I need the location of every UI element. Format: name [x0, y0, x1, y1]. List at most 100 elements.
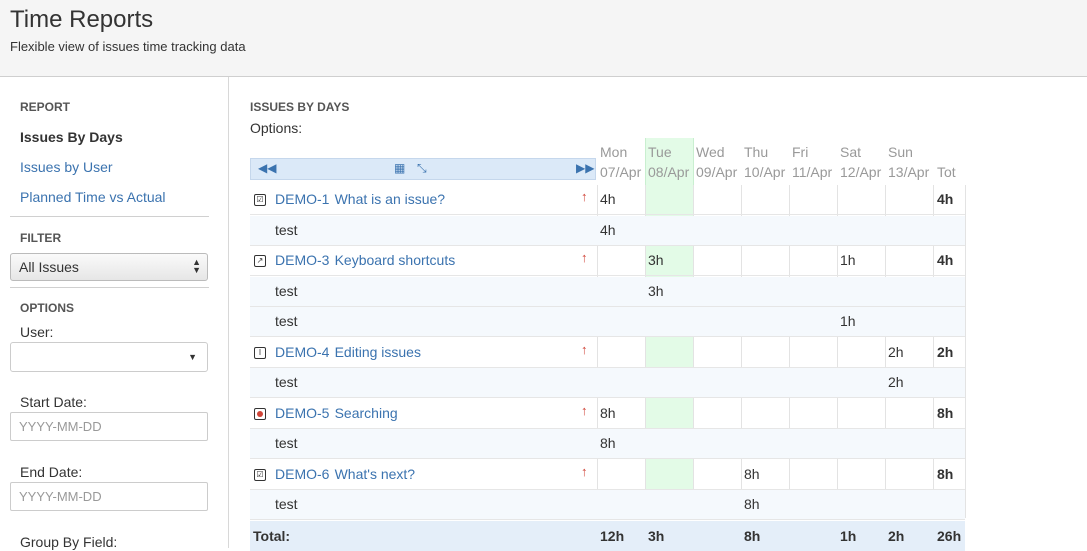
time-cell: 8h	[600, 435, 616, 451]
time-cell: 8h	[744, 496, 760, 512]
user-label: User:	[20, 324, 54, 340]
worklog-row	[250, 490, 965, 520]
filter-heading: FILTER	[20, 231, 62, 245]
issue-key-link[interactable]: DEMO-3	[275, 252, 329, 268]
issue-key-link[interactable]: DEMO-6	[275, 466, 329, 482]
grand-total-cell: 26h	[937, 528, 962, 544]
issue-key-link[interactable]: DEMO-5	[275, 405, 329, 421]
worklog-label: test	[275, 435, 298, 451]
nav-issues-by-days[interactable]: Issues By Days	[20, 129, 123, 145]
time-cell: 4h	[600, 222, 616, 238]
worklog-row	[250, 368, 965, 398]
total-row-label: Total:	[253, 528, 291, 544]
day-header-wed: Wed 09/Apr	[696, 142, 737, 182]
start-date-label: Start Date:	[20, 394, 87, 410]
collapse-icon[interactable]: ⤡	[417, 161, 427, 176]
time-cell: 8h	[600, 405, 616, 421]
time-cell: 4h	[600, 191, 616, 207]
total-cell: 2h	[888, 528, 905, 544]
issue-summary-link[interactable]: Searching	[335, 405, 398, 421]
end-date-label: End Date:	[20, 464, 83, 480]
day-date: 11/Apr	[792, 164, 833, 180]
filter-select[interactable]: All Issues ▲ ▼	[10, 253, 208, 281]
time-cell: 2h	[888, 374, 904, 390]
day-date: 08/Apr	[648, 164, 690, 180]
total-cell: 12h	[600, 528, 625, 544]
day-date: 09/Apr	[696, 164, 738, 180]
worklog-row	[250, 307, 965, 337]
filter-select-value: All Issues	[19, 259, 79, 275]
improvement-icon: ↗	[254, 255, 266, 267]
sidebar: REPORT Issues By Days Issues by User Pla…	[0, 77, 229, 550]
priority-major-icon: ↑	[581, 342, 588, 357]
period-nav-bar: ◀◀ ▦ ⤡ ▶▶	[250, 158, 596, 180]
worklog-label: test	[275, 313, 298, 329]
options-label: Options:	[250, 120, 303, 136]
row-total-cell: 8h	[937, 466, 954, 482]
day-header-thu: Thu 10/Apr	[744, 142, 785, 182]
issue-key-link[interactable]: DEMO-1	[275, 191, 329, 207]
day-header-tue: Tue 08/Apr	[648, 142, 689, 182]
user-select[interactable]: ▼	[10, 342, 208, 372]
total-column-header: Tot	[937, 164, 956, 180]
priority-major-icon: ↑	[581, 403, 588, 418]
total-cell: 3h	[648, 528, 665, 544]
row-total-cell: 8h	[937, 405, 954, 421]
select-arrows-icon: ▲ ▼	[192, 257, 201, 275]
time-cell: 8h	[744, 466, 760, 482]
calendar-icon[interactable]: ▦	[394, 161, 405, 175]
page-subtitle: Flexible view of issues time tracking da…	[10, 39, 246, 54]
day-header-mon: Mon 07/Apr	[600, 142, 641, 182]
issue-summary-link[interactable]: Keyboard shortcuts	[335, 252, 456, 268]
bug-icon	[254, 408, 266, 420]
day-name: Thu	[744, 144, 769, 160]
page-title: Time Reports	[10, 6, 154, 33]
priority-major-icon: ↑	[581, 464, 588, 479]
row-total-cell: 2h	[937, 344, 954, 360]
day-name: Sat	[840, 144, 862, 160]
worklog-label: test	[275, 374, 298, 390]
day-name: Mon	[600, 144, 628, 160]
divider	[10, 216, 209, 217]
grid-line	[965, 185, 966, 518]
issue-summary-link[interactable]: What is an issue?	[335, 191, 446, 207]
day-date: 12/Apr	[840, 164, 882, 180]
day-date: 13/Apr	[888, 164, 930, 180]
total-cell: 1h	[840, 528, 857, 544]
priority-major-icon: ↑	[581, 250, 588, 265]
day-header-sun: Sun 13/Apr	[888, 142, 929, 182]
day-date: 07/Apr	[600, 164, 642, 180]
end-date-input[interactable]	[10, 482, 208, 511]
next-period-icon[interactable]: ▶▶	[576, 161, 594, 175]
task-icon: ☑	[254, 469, 266, 481]
time-cell: 3h	[648, 283, 664, 299]
time-cell: 1h	[840, 313, 856, 329]
worklog-label: test	[275, 496, 298, 512]
report-heading: REPORT	[20, 100, 71, 114]
new-feature-icon: I	[254, 347, 266, 359]
day-name: Sun	[888, 144, 913, 160]
day-date: 10/Apr	[744, 164, 786, 180]
worklog-row	[250, 277, 965, 307]
day-header-sat: Sat 12/Apr	[840, 142, 881, 182]
day-name: Wed	[696, 144, 725, 160]
start-date-input[interactable]	[10, 412, 208, 441]
page-header: Time Reports Flexible view of issues tim…	[0, 0, 1087, 77]
time-cell: 2h	[888, 344, 904, 360]
priority-major-icon: ↑	[581, 189, 588, 204]
issue-summary-link[interactable]: What's next?	[335, 466, 416, 482]
chevron-down-icon: ▼	[188, 352, 197, 362]
row-total-cell: 4h	[937, 191, 954, 207]
report-title: ISSUES BY DAYS	[250, 100, 350, 114]
time-cell: 3h	[648, 252, 664, 268]
worklog-label: test	[275, 222, 298, 238]
row-total-cell: 4h	[937, 252, 954, 268]
worklog-label: test	[275, 283, 298, 299]
nav-issues-by-user[interactable]: Issues by User	[20, 159, 113, 175]
issue-summary-link[interactable]: Editing issues	[335, 344, 421, 360]
nav-planned-vs-actual[interactable]: Planned Time vs Actual	[20, 189, 166, 205]
previous-period-icon[interactable]: ◀◀	[258, 161, 276, 175]
task-icon: ☑	[254, 194, 266, 206]
issue-key-link[interactable]: DEMO-4	[275, 344, 329, 360]
day-name: Fri	[792, 144, 809, 160]
